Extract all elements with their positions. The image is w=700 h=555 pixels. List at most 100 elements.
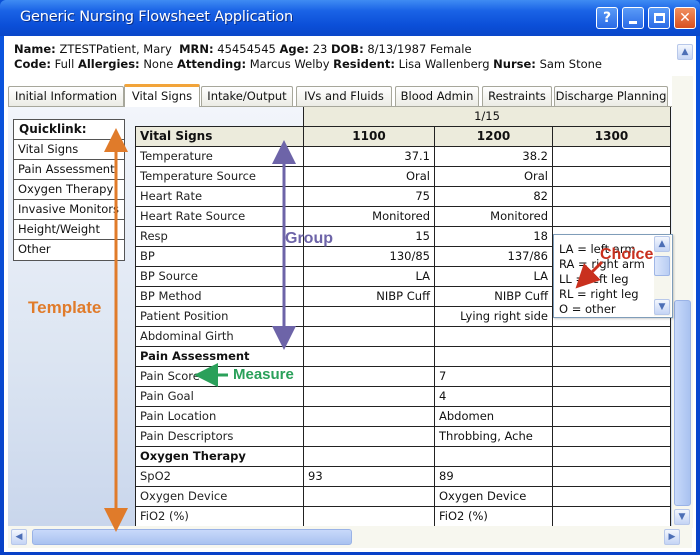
grid-cell[interactable] bbox=[552, 165, 671, 187]
grid-cell[interactable] bbox=[552, 365, 671, 387]
grid-cell[interactable]: Monitored bbox=[303, 205, 435, 227]
time-header-row: Vital Signs 1100 1200 1300 bbox=[135, 125, 671, 147]
tab-restraints[interactable]: Restraints bbox=[482, 86, 552, 106]
choice-other[interactable]: O = other bbox=[554, 302, 645, 317]
grid-cell bbox=[434, 345, 553, 367]
quicklink-invasive-monitors[interactable]: Invasive Monitors bbox=[14, 200, 124, 220]
grid-cell[interactable]: NIBP Cuff bbox=[303, 285, 435, 307]
grid-cell[interactable] bbox=[552, 405, 671, 427]
grid-cell[interactable]: 37.1 bbox=[303, 145, 435, 167]
grid-body: Temperature 37.1 38.2 Temperature Source Ora… bbox=[135, 145, 671, 527]
chevron-right-icon: ▶ bbox=[668, 532, 676, 542]
time-header-1100[interactable]: 1100 bbox=[303, 125, 435, 147]
patient-resident: Lisa Wallenberg bbox=[398, 57, 490, 71]
grid-cell[interactable]: 93 bbox=[303, 465, 435, 487]
vertical-scrollbar[interactable]: ▼ bbox=[672, 76, 693, 528]
time-header-1300[interactable]: 1300 bbox=[552, 125, 671, 147]
grid-cell[interactable] bbox=[303, 485, 435, 507]
patient-attending: Marcus Welby bbox=[249, 57, 330, 71]
vertical-scroll-thumb[interactable] bbox=[674, 300, 691, 506]
grid-cell[interactable] bbox=[434, 325, 553, 347]
grid-cell[interactable] bbox=[303, 325, 435, 347]
grid-cell[interactable] bbox=[552, 505, 671, 527]
grid-cell[interactable]: Lying right side bbox=[434, 305, 553, 327]
date-header: 1/15 bbox=[303, 107, 671, 127]
close-button[interactable]: ✕ bbox=[674, 7, 696, 29]
grid-cell[interactable] bbox=[303, 505, 435, 527]
grid-cell[interactable] bbox=[303, 365, 435, 387]
grid-cell[interactable]: Oral bbox=[303, 165, 435, 187]
grid-cell[interactable] bbox=[303, 305, 435, 327]
grid-cell[interactable] bbox=[552, 385, 671, 407]
grid-cell[interactable] bbox=[303, 405, 435, 427]
grid-cell[interactable]: 75 bbox=[303, 185, 435, 207]
grid-cell[interactable]: 4 bbox=[434, 385, 553, 407]
table-row: Heart Rate Source Monitored Monitored bbox=[135, 205, 671, 227]
grid-cell[interactable]: Monitored bbox=[434, 205, 553, 227]
chevron-down-icon: ▼ bbox=[678, 512, 686, 522]
grid-cell[interactable]: 137/86 bbox=[434, 245, 553, 267]
choice-scroll-up-button[interactable]: ▲ bbox=[654, 236, 670, 252]
grid-cell[interactable]: Oxygen Device bbox=[434, 485, 553, 507]
scroll-up-button[interactable]: ▲ bbox=[677, 44, 693, 60]
scroll-right-button[interactable]: ▶ bbox=[664, 529, 680, 545]
grid-cell[interactable] bbox=[552, 425, 671, 447]
grid-cell[interactable]: 7 bbox=[434, 365, 553, 387]
tab-intake-output[interactable]: Intake/Output bbox=[201, 86, 293, 106]
choice-left-leg[interactable]: LL = left leg bbox=[554, 272, 645, 287]
tab-vital-signs[interactable]: Vital Signs bbox=[124, 84, 200, 107]
grid-cell[interactable]: 130/85 bbox=[303, 245, 435, 267]
grid-cell[interactable]: FiO2 (%) bbox=[434, 505, 553, 527]
table-row: FiO2 (%) FiO2 (%) bbox=[135, 505, 671, 527]
quicklink-panel: Quicklink: Vital Signs Pain Assessment O… bbox=[13, 119, 125, 261]
grid-cell[interactable]: Throbbing, Ache bbox=[434, 425, 553, 447]
tab-initial-information[interactable]: Initial Information bbox=[8, 86, 124, 106]
time-header-1200[interactable]: 1200 bbox=[434, 125, 553, 147]
choice-right-leg[interactable]: RL = right leg bbox=[554, 287, 645, 302]
scroll-down-button[interactable]: ▼ bbox=[674, 509, 690, 525]
quicklink-oxygen-therapy[interactable]: Oxygen Therapy bbox=[14, 180, 124, 200]
choice-scrollbar[interactable]: ▲ ▼ bbox=[654, 236, 671, 316]
grid-cell[interactable] bbox=[552, 485, 671, 507]
chevron-down-icon: ▼ bbox=[658, 302, 666, 312]
grid-cell[interactable]: LA bbox=[434, 265, 553, 287]
name-label: Name: bbox=[14, 42, 56, 56]
quicklink-other[interactable]: Other bbox=[14, 240, 124, 260]
grid-cell[interactable]: 89 bbox=[434, 465, 553, 487]
choice-scroll-down-button[interactable]: ▼ bbox=[654, 299, 670, 315]
tab-ivs-and-fluids[interactable]: IVs and Fluids bbox=[296, 86, 392, 106]
grid-cell[interactable] bbox=[552, 185, 671, 207]
code-label: Code: bbox=[14, 57, 51, 71]
grid-cell[interactable]: LA bbox=[303, 265, 435, 287]
grid-cell[interactable]: 38.2 bbox=[434, 145, 553, 167]
minimize-button[interactable] bbox=[622, 7, 644, 29]
grid-cell[interactable]: Oral bbox=[434, 165, 553, 187]
choice-scroll-thumb[interactable] bbox=[654, 256, 670, 276]
grid-cell[interactable] bbox=[303, 385, 435, 407]
quicklink-title: Quicklink: bbox=[14, 120, 124, 140]
patient-mrn: 45454545 bbox=[217, 42, 276, 56]
quicklink-pain-assessment[interactable]: Pain Assessment bbox=[14, 160, 124, 180]
grid-cell[interactable]: 18 bbox=[434, 225, 553, 247]
grid-cell[interactable] bbox=[552, 205, 671, 227]
patient-line-2: Code: Full Allergies: None Attending: Ma… bbox=[14, 57, 664, 72]
grid-cell[interactable] bbox=[552, 465, 671, 487]
grid-cell[interactable] bbox=[552, 325, 671, 347]
grid-cell[interactable]: NIBP Cuff bbox=[434, 285, 553, 307]
help-button[interactable]: ? bbox=[596, 7, 618, 29]
grid-cell[interactable] bbox=[303, 425, 435, 447]
tab-blood-admin[interactable]: Blood Admin bbox=[395, 86, 479, 106]
title-bar[interactable]: Generic Nursing Flowsheet Application ? … bbox=[0, 0, 700, 36]
quicklink-vital-signs[interactable]: Vital Signs bbox=[14, 140, 124, 160]
horizontal-scroll-thumb[interactable] bbox=[32, 529, 352, 545]
grid-cell[interactable]: Abdomen bbox=[434, 405, 553, 427]
maximize-button[interactable] bbox=[648, 7, 670, 29]
horizontal-scrollbar[interactable]: ◀ ▶ bbox=[8, 526, 692, 548]
mrn-label: MRN: bbox=[179, 42, 214, 56]
tab-discharge-planning[interactable]: Discharge Planning bbox=[554, 86, 668, 106]
scroll-left-button[interactable]: ◀ bbox=[11, 529, 27, 545]
maximize-icon bbox=[654, 13, 665, 23]
grid-cell[interactable] bbox=[552, 145, 671, 167]
grid-cell[interactable]: 82 bbox=[434, 185, 553, 207]
quicklink-height-weight[interactable]: Height/Weight bbox=[14, 220, 124, 240]
